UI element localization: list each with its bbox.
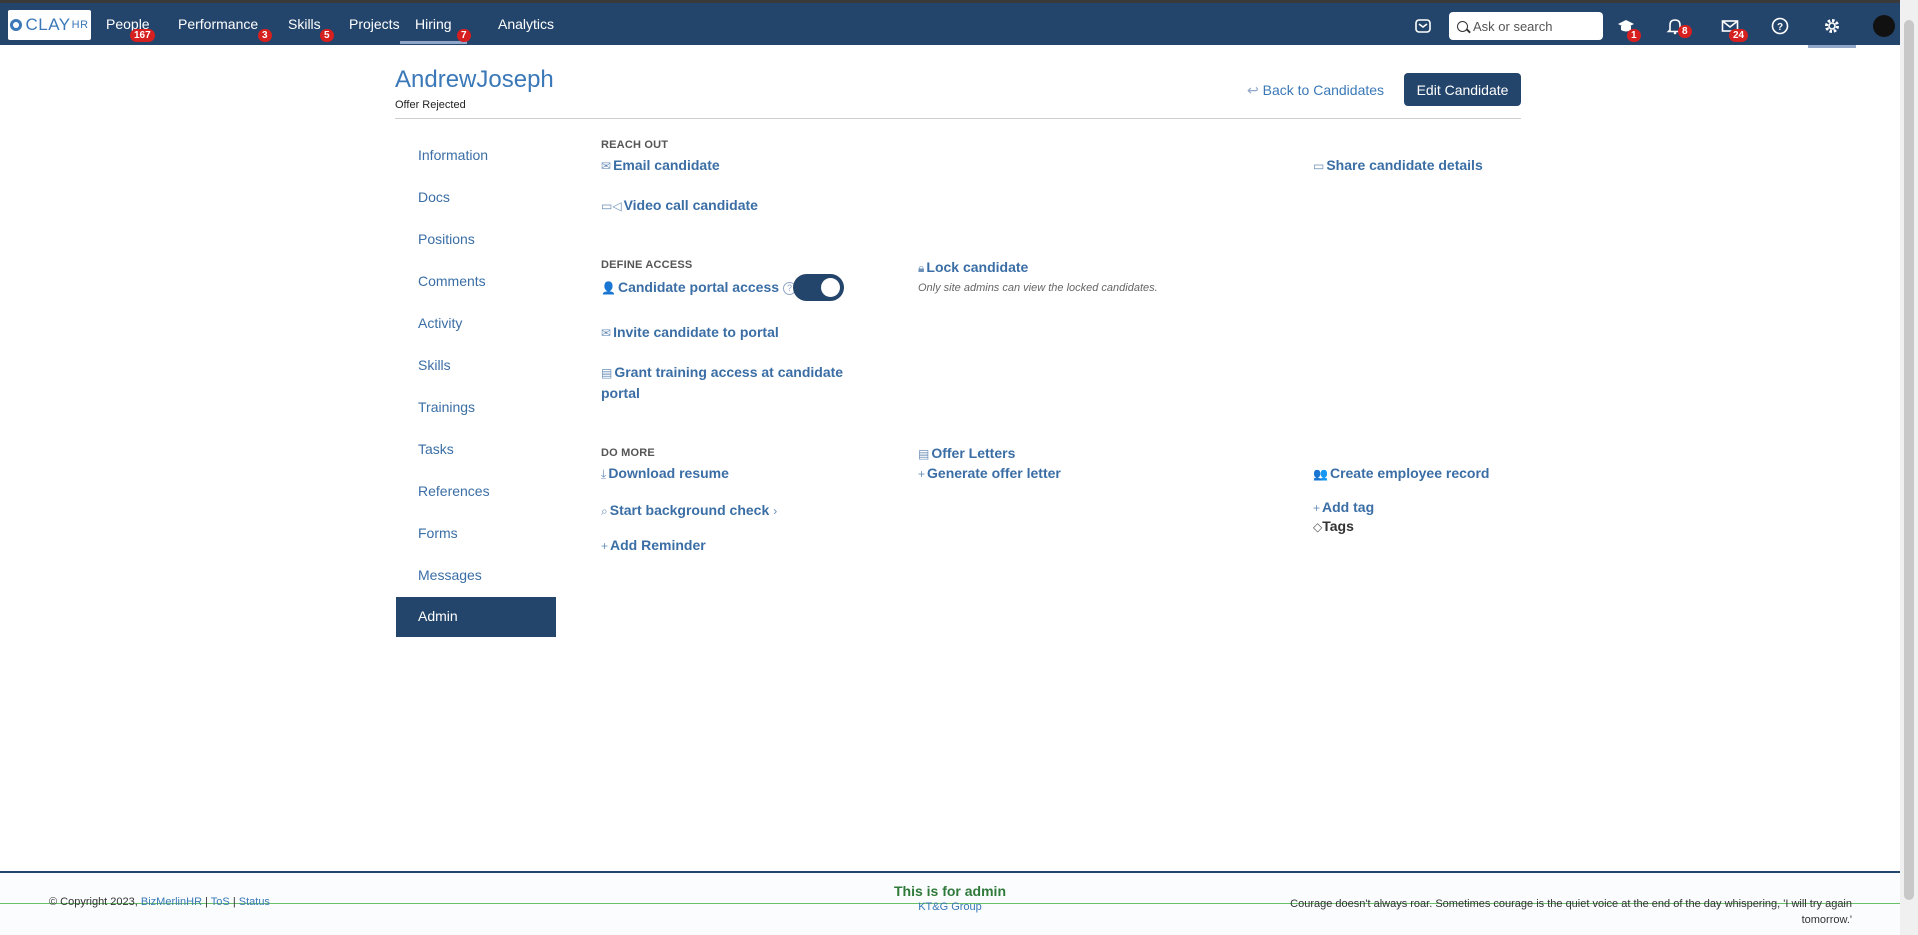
logo-mark-icon [10,19,23,31]
clayhr-logo[interactable]: CLAY HR [8,10,91,40]
nav-skills[interactable]: Skills [288,16,321,32]
footer-quote: Courage doesn't always roar. Sometimes c… [1290,898,1852,926]
video-call-link[interactable]: ▭◁ Video call candidate [601,195,758,216]
sidebar-item-activity[interactable]: Activity [418,315,462,331]
email-candidate-link[interactable]: ✉ Email candidate [601,155,720,176]
status-link[interactable]: Status [239,896,270,908]
document-icon: ▤ [918,447,930,461]
do-more-heading: DO MORE [601,447,655,459]
nav-performance[interactable]: Performance [178,16,258,32]
lock-note: Only site admins can view the locked can… [918,282,1158,294]
scrollbar-thumb[interactable] [1904,20,1914,900]
people-badge: 167 [130,29,155,42]
add-tag-link[interactable]: + Add tag [1313,497,1374,518]
id-card-icon: ▤ [601,366,613,380]
nav-projects[interactable]: Projects [349,16,400,32]
generate-offer-letter-link[interactable]: + Generate offer letter [918,463,1061,484]
sidebar-item-references[interactable]: References [418,483,490,499]
inbox-icon[interactable] [1414,17,1432,35]
hiring-badge: 7 [457,29,471,42]
plus-icon: + [1313,501,1321,515]
user-icon: 👤 [601,281,616,295]
video-camera-icon: ▭◁ [601,199,622,213]
grant-training-link[interactable]: ▤ Grant training access at candidate porta… [601,362,851,403]
search-input[interactable]: Ask or search [1449,12,1603,40]
messages-badge: 24 [1729,29,1749,42]
lock-candidate-link[interactable]: 🔒︎ Lock candidate [918,257,1028,278]
download-resume-link[interactable]: ⤓ Download resume [601,463,729,484]
define-access-heading: DEFINE ACCESS [601,259,693,271]
gear-icon[interactable] [1823,17,1841,35]
candidate-portal-access-label: 👤 Candidate portal access? [601,277,797,298]
candidate-status: Offer Rejected [395,99,466,111]
invite-portal-link[interactable]: ✉ Invite candidate to portal [601,322,779,343]
sidebar-item-skills[interactable]: Skills [418,357,451,373]
header-divider [395,118,1521,119]
sidebar-item-admin[interactable]: Admin [396,597,556,637]
lock-icon: 🔒︎ [918,261,925,275]
share-details-link[interactable]: ▭ Share candidate details [1313,155,1483,176]
svg-text:?: ? [1777,22,1783,33]
tos-link[interactable]: ToS [211,896,230,908]
help-icon[interactable]: ? [1771,17,1789,35]
share-box-icon: ▭ [1313,159,1325,173]
sidebar-item-docs[interactable]: Docs [418,189,450,205]
create-employee-record-link[interactable]: 👥 Create employee record [1313,463,1489,484]
nav-analytics[interactable]: Analytics [498,16,554,32]
nav-hiring[interactable]: Hiring [400,16,467,44]
chevron-right-icon: › [773,504,778,518]
scrollbar[interactable] [1900,0,1918,935]
company-link[interactable]: BizMerlinHR [141,896,202,908]
sidebar-item-tasks[interactable]: Tasks [418,441,454,457]
top-navbar: CLAY HR People 167 Performance 3 Skills 5… [0,0,1900,48]
plus-icon: + [918,467,926,481]
sidebar-item-messages[interactable]: Messages [418,567,482,583]
magnifier-icon: ⌕ [601,504,608,518]
copyright: © Copyright 2023, BizMerlinHR | ToS | St… [49,896,270,908]
background-check-link[interactable]: ⌕ Start background check › [601,500,779,521]
sidebar-item-information[interactable]: Information [418,147,488,163]
plus-icon: + [601,539,609,553]
envelope-icon: ✉ [601,159,612,173]
edit-candidate-button[interactable]: Edit Candidate [1404,73,1521,106]
back-arrow-icon: ↩ [1247,82,1259,98]
tag-icon: ◇ [1313,520,1323,534]
avatar[interactable] [1873,15,1895,37]
back-to-candidates-link[interactable]: ↩ Back to Candidates [1247,82,1384,99]
courses-badge: 1 [1627,29,1641,42]
candidate-name: AndrewJoseph [395,66,554,93]
add-reminder-link[interactable]: + Add Reminder [601,535,706,556]
skills-badge: 5 [320,29,334,42]
sidebar-item-comments[interactable]: Comments [418,273,486,289]
sidebar-item-forms[interactable]: Forms [418,525,458,541]
sidebar-item-positions[interactable]: Positions [418,231,475,247]
performance-badge: 3 [258,29,272,42]
sidebar-item-trainings[interactable]: Trainings [418,399,475,415]
portal-access-toggle[interactable] [793,274,844,301]
users-icon: 👥 [1313,467,1328,481]
download-icon: ⤓ [601,467,607,481]
envelope-icon: ✉ [601,326,612,340]
toggle-knob [821,278,840,297]
search-icon [1457,20,1468,32]
offer-letters-link[interactable]: ▤ Offer Letters [918,443,1015,464]
reach-out-heading: REACH OUT [601,139,669,151]
footer: This is for admin KT&G Group © Copyright… [0,871,1900,935]
notifications-badge: 8 [1678,25,1692,38]
tags-label: ◇Tags [1313,518,1354,534]
